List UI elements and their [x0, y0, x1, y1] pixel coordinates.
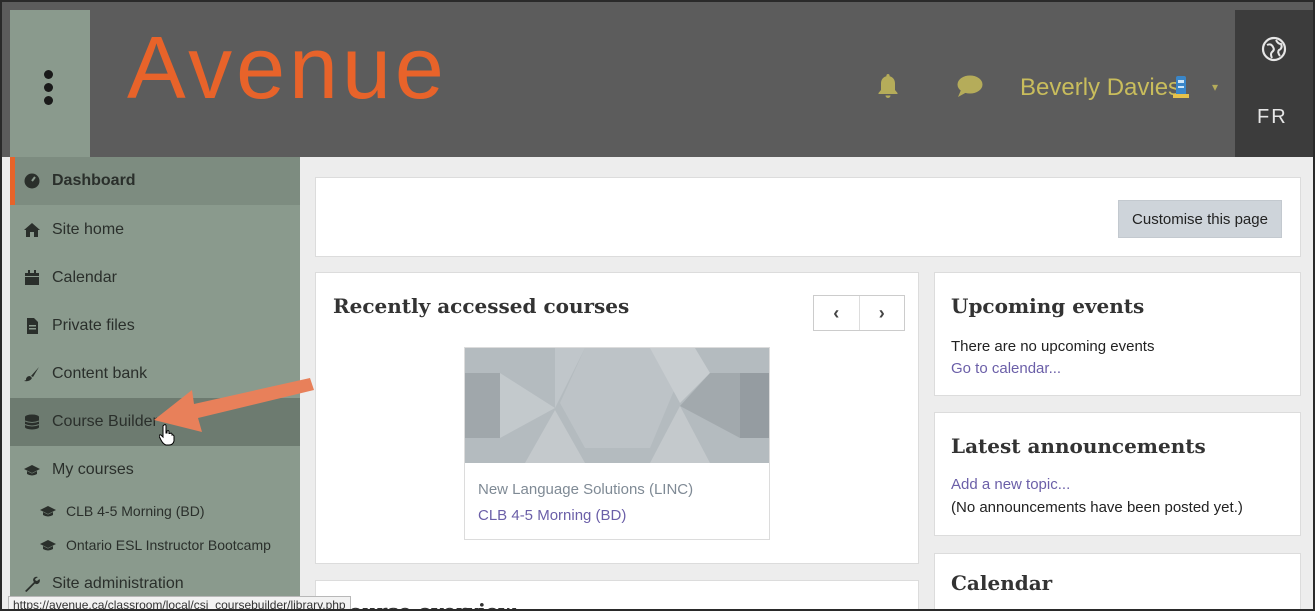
- customise-page-button[interactable]: Customise this page: [1118, 200, 1282, 238]
- page-header-card: Customise this page: [315, 177, 1301, 257]
- go-to-calendar-link[interactable]: Go to calendar...: [951, 360, 1061, 377]
- database-icon: [24, 414, 40, 430]
- graduation-cap-icon: [40, 540, 56, 551]
- course-overview-block: Course overview: [315, 580, 919, 611]
- brush-icon: [24, 367, 39, 382]
- site-logo[interactable]: Avenue: [127, 24, 448, 112]
- upcoming-events-title: Upcoming events: [951, 294, 1145, 318]
- user-avatar-icon[interactable]: [1173, 76, 1189, 98]
- sidebar-item-my-courses[interactable]: My courses: [10, 446, 300, 494]
- main-content: Customise this page Recently accessed co…: [300, 157, 1313, 611]
- user-menu-name[interactable]: Beverly Davies: [1020, 74, 1180, 102]
- graduation-cap-icon: [24, 465, 40, 476]
- hand-cursor-icon: [159, 424, 175, 446]
- status-bar-url: https://avenue.ca/classroom/local/csi_co…: [8, 596, 351, 609]
- sidebar-item-label: Ontario ESL Instructor Bootcamp: [66, 537, 271, 553]
- course-overview-title: Course overview: [333, 599, 516, 611]
- course-card[interactable]: New Language Solutions (LINC) CLB 4-5 Mo…: [464, 347, 770, 540]
- sidebar-item-label: Content bank: [52, 365, 148, 382]
- dashboard-icon: [24, 173, 40, 189]
- sidebar-item-label: Dashboard: [52, 172, 136, 189]
- globe-icon: [1261, 36, 1287, 62]
- language-switcher[interactable]: FR: [1235, 10, 1313, 157]
- chat-bubble-icon[interactable]: [956, 74, 984, 98]
- add-topic-link[interactable]: Add a new topic...: [951, 476, 1070, 493]
- language-label[interactable]: FR: [1257, 106, 1288, 129]
- sidebar-item-label: CLB 4-5 Morning (BD): [66, 503, 205, 519]
- course-pattern-image: [465, 348, 769, 463]
- previous-button[interactable]: ‹: [814, 296, 859, 330]
- course-name-link[interactable]: CLB 4-5 Morning (BD): [478, 507, 626, 524]
- announcements-block: Latest announcements Add a new topic... …: [934, 412, 1301, 536]
- top-navbar: Avenue Beverly Davies ▾ FR: [2, 2, 1313, 157]
- sidebar-item-course-bootcamp[interactable]: Ontario ESL Instructor Bootcamp: [10, 528, 300, 562]
- sidebar-item-label: Site administration: [52, 575, 184, 592]
- sidebar-item-site-home[interactable]: Site home: [10, 206, 300, 254]
- course-pager: ‹ ›: [813, 295, 905, 331]
- sidebar-item-label: Calendar: [52, 269, 117, 286]
- no-events-text: There are no upcoming events: [951, 338, 1155, 355]
- browser-frame: Avenue Beverly Davies ▾ FR Dashboard Sit…: [0, 0, 1315, 611]
- graduation-cap-icon: [40, 506, 56, 517]
- bell-icon[interactable]: [876, 72, 900, 100]
- wrench-icon: [25, 576, 40, 592]
- sidebar-item-course-clb[interactable]: CLB 4-5 Morning (BD): [10, 494, 300, 528]
- calendar-icon: [25, 270, 39, 285]
- sidebar-item-label: Site home: [52, 221, 125, 238]
- next-button[interactable]: ›: [858, 296, 905, 330]
- sidebar-item-label: Private files: [52, 317, 135, 334]
- vertical-dots-icon: [44, 70, 54, 109]
- recent-courses-block: Recently accessed courses ‹ › New Langua…: [315, 272, 919, 564]
- no-announcements-text: (No announcements have been posted yet.): [951, 499, 1243, 516]
- sidebar-item-calendar[interactable]: Calendar: [10, 254, 300, 302]
- course-category: New Language Solutions (LINC): [478, 481, 694, 498]
- drawer-toggle-button[interactable]: [10, 10, 90, 157]
- calendar-title: Calendar: [951, 571, 1053, 595]
- recent-courses-title: Recently accessed courses: [333, 294, 630, 318]
- calendar-block: Calendar: [934, 553, 1301, 609]
- sidebar-item-private-files[interactable]: Private files: [10, 302, 300, 350]
- home-icon: [24, 223, 40, 237]
- upcoming-events-block: Upcoming events There are no upcoming ev…: [934, 272, 1301, 396]
- announcements-title: Latest announcements: [951, 434, 1206, 458]
- sidebar-item-label: My courses: [52, 461, 134, 478]
- sidebar-item-dashboard[interactable]: Dashboard: [10, 157, 300, 205]
- chevron-down-icon[interactable]: ▾: [1212, 80, 1218, 94]
- file-icon: [27, 318, 38, 334]
